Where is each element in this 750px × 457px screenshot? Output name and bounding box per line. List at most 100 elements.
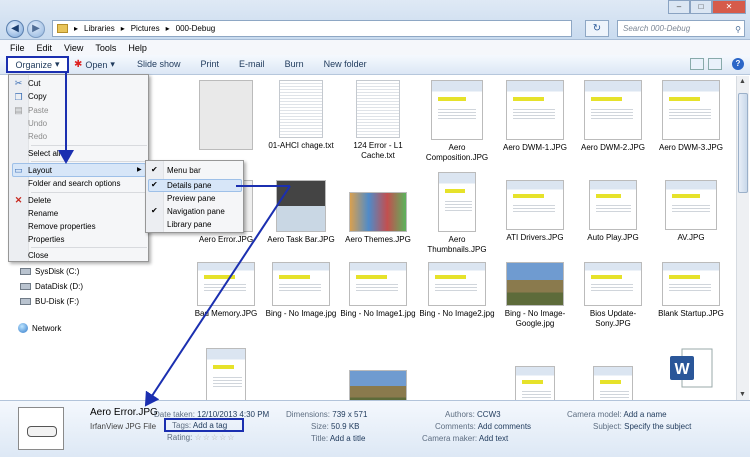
burn-button[interactable]: Burn [285, 59, 304, 69]
address-bar[interactable]: ▸ Libraries ▸ Pictures ▸ 000-Debug [52, 20, 572, 37]
new-folder-button[interactable]: New folder [324, 59, 367, 69]
menu-file[interactable]: File [10, 43, 25, 53]
folder-icon [57, 24, 68, 33]
file-thumbnail [506, 180, 564, 230]
file-item[interactable]: ATI Drivers.JPG [496, 180, 574, 243]
menu-tools[interactable]: Tools [95, 43, 116, 53]
menu-rename[interactable]: Rename [28, 209, 58, 218]
search-icon: ⚲ [735, 25, 741, 34]
minimize-button[interactable]: – [668, 0, 690, 14]
breadcrumb-libraries[interactable]: Libraries [84, 24, 115, 33]
submenu-navigation-pane[interactable]: Navigation pane [167, 207, 225, 216]
title-value[interactable]: Add a title [330, 434, 366, 443]
details-pane: Aero Error.JPG IrfanView JPG File Date t… [0, 400, 750, 457]
refresh-button[interactable]: ↻ [585, 20, 609, 37]
camera-model-value[interactable]: Add a name [623, 410, 666, 419]
maximize-button[interactable]: □ [690, 0, 712, 14]
file-item[interactable] [187, 348, 265, 400]
chevron-icon: ▸ [165, 24, 170, 33]
menu-view[interactable]: View [64, 43, 83, 53]
scrollbar-thumb[interactable] [738, 93, 748, 193]
menu-help[interactable]: Help [128, 43, 147, 53]
menu-folder-options[interactable]: Folder and search options [28, 179, 121, 188]
camera-maker-value[interactable]: Add text [479, 434, 508, 443]
email-button[interactable]: E-mail [239, 59, 265, 69]
file-item[interactable]: Aero Thumbnails.JPG [418, 172, 496, 255]
menu-layout[interactable]: Layout [28, 166, 52, 175]
file-item[interactable]: Bing - No Image1.jpg [339, 262, 417, 319]
menu-edit[interactable]: Edit [37, 43, 53, 53]
menu-remove-properties[interactable]: Remove properties [28, 222, 96, 231]
organize-button[interactable]: Organize ▾ [6, 56, 69, 73]
file-name: Blank Startup.JPG [658, 309, 724, 318]
vertical-scrollbar[interactable]: ▲ ▼ [736, 76, 749, 400]
file-item[interactable]: Auto Play.JPG [574, 180, 652, 243]
breadcrumb-current[interactable]: 000-Debug [176, 24, 216, 33]
preview-pane-icon[interactable] [708, 58, 722, 70]
menu-cut[interactable]: Cut [28, 79, 40, 88]
help-icon[interactable]: ? [732, 58, 744, 70]
forward-button[interactable]: ▶ [27, 20, 45, 38]
file-item[interactable]: Bios Update-Sony.JPG [574, 262, 652, 329]
comments-label: Comments: [435, 422, 476, 431]
search-input[interactable]: Search 000-Debug ⚲ [617, 20, 745, 37]
drive-c[interactable]: SysDisk (C:) [20, 267, 79, 276]
scroll-up-icon[interactable]: ▲ [739, 78, 746, 85]
size-label: Size: [311, 422, 329, 431]
file-item[interactable] [187, 80, 265, 153]
file-item[interactable]: Aero DWM-3.JPG [652, 80, 730, 153]
menu-redo[interactable]: Redo [28, 132, 47, 141]
authors-value[interactable]: CCW3 [477, 410, 501, 419]
menu-close[interactable]: Close [28, 251, 48, 260]
drive-d[interactable]: DataDisk (D:) [20, 282, 83, 291]
menu-select-all[interactable]: Select all [28, 149, 60, 158]
file-item[interactable]: AV.JPG [652, 180, 730, 243]
menu-properties[interactable]: Properties [28, 235, 64, 244]
submenu-details-pane[interactable]: Details pane [167, 181, 211, 190]
file-item[interactable] [574, 366, 652, 400]
file-item[interactable]: Bad Memory.JPG [187, 262, 265, 319]
menu-delete[interactable]: Delete [28, 196, 51, 205]
file-item[interactable]: Aero Task Bar.JPG [262, 180, 340, 245]
drive-f[interactable]: BU-Disk (F:) [20, 297, 79, 306]
file-item[interactable]: Blank Startup.JPG [652, 262, 730, 319]
file-item[interactable]: Bing - No Image.jpg [262, 262, 340, 319]
change-view-icon[interactable] [690, 58, 704, 70]
open-button[interactable]: ✱ Open ▾ [74, 59, 115, 70]
back-button[interactable]: ◀ [6, 20, 24, 38]
file-item[interactable]: 01-AHCI chage.txt [262, 80, 340, 151]
file-name: Aero Thumbnails.JPG [427, 235, 487, 254]
file-item[interactable] [339, 370, 417, 400]
file-item[interactable]: Aero DWM-1.JPG [496, 80, 574, 153]
file-item[interactable]: Aero DWM-2.JPG [574, 80, 652, 153]
file-thumbnail [199, 80, 253, 150]
submenu-menu-bar[interactable]: Menu bar [167, 166, 201, 175]
file-name: Aero Composition.JPG [425, 143, 489, 162]
subject-label: Subject: [593, 422, 622, 431]
tags-value[interactable]: Add a tag [193, 421, 227, 430]
submenu-library-pane[interactable]: Library pane [167, 220, 211, 229]
close-window-button[interactable]: ✕ [712, 0, 746, 14]
breadcrumb-pictures[interactable]: Pictures [131, 24, 160, 33]
comments-value[interactable]: Add comments [478, 422, 531, 431]
slideshow-button[interactable]: Slide show [137, 59, 181, 69]
file-item[interactable]: Aero Themes.JPG [339, 180, 417, 245]
submenu-preview-pane[interactable]: Preview pane [167, 194, 215, 203]
drive-icon [20, 283, 31, 290]
file-name: Aero DWM-2.JPG [580, 143, 645, 152]
file-item[interactable]: 124 Error - L1 Cache.txt [339, 80, 417, 161]
print-button[interactable]: Print [201, 59, 220, 69]
nav-network[interactable]: Network [18, 323, 61, 333]
rating-stars[interactable]: ☆☆☆☆☆ [195, 433, 236, 442]
subject-value[interactable]: Specify the subject [624, 422, 691, 431]
scroll-down-icon[interactable]: ▼ [739, 391, 746, 398]
menu-undo[interactable]: Undo [28, 119, 47, 128]
file-item[interactable]: W [652, 346, 730, 393]
menu-copy[interactable]: Copy [28, 92, 47, 101]
file-item[interactable]: Bing - No Image2.jpg [418, 262, 496, 319]
irfanview-icon: ✱ [74, 59, 83, 70]
file-item[interactable]: Bing - No Image-Google.jpg [496, 262, 574, 329]
file-item[interactable] [496, 366, 574, 400]
menu-paste[interactable]: Paste [28, 106, 48, 115]
file-item[interactable]: Aero Composition.JPG [418, 80, 496, 163]
